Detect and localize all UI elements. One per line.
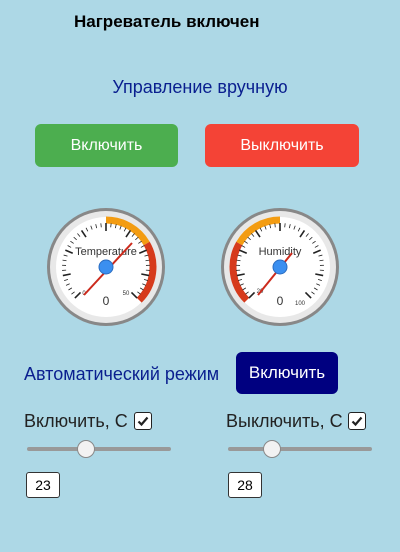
- checkmark-icon: [137, 416, 149, 427]
- gauge-tick-label-mid: 50: [123, 291, 130, 297]
- gauge-readout: 0: [277, 294, 284, 308]
- gauge-readout: 0: [103, 294, 110, 308]
- manual-on-button[interactable]: Включить: [35, 124, 178, 167]
- auto-mode-on-button[interactable]: Включить: [236, 352, 338, 394]
- off-threshold-slider-track[interactable]: [228, 447, 372, 451]
- auto-mode-title: Автоматический режим: [24, 364, 220, 384]
- manual-control-title: Управление вручную: [112, 77, 288, 97]
- off-threshold-value: 28: [228, 472, 262, 498]
- heater-status-title: Нагреватель включен: [74, 12, 260, 31]
- on-threshold-slider-track[interactable]: [27, 447, 171, 451]
- off-threshold-checkbox[interactable]: [348, 412, 366, 430]
- temperature-gauge: Temperature 0 50 0: [47, 208, 165, 326]
- on-threshold-value: 23: [26, 472, 60, 498]
- off-threshold-slider-thumb[interactable]: [263, 440, 282, 458]
- gauge-hub: [98, 259, 114, 275]
- on-threshold-slider-thumb[interactable]: [76, 440, 95, 458]
- off-threshold-label: Выключить, С: [226, 411, 343, 431]
- gauge-hub: [272, 259, 288, 275]
- on-threshold-label: Включить, С: [24, 411, 128, 431]
- gauge-label: Humidity: [259, 246, 302, 258]
- manual-off-button[interactable]: Выключить: [205, 124, 359, 167]
- gauge-tick-label-high: 100: [295, 301, 306, 307]
- checkmark-icon: [351, 416, 363, 427]
- on-threshold-checkbox[interactable]: [134, 412, 152, 430]
- humidity-gauge: Humidity 20 100 0: [221, 208, 339, 326]
